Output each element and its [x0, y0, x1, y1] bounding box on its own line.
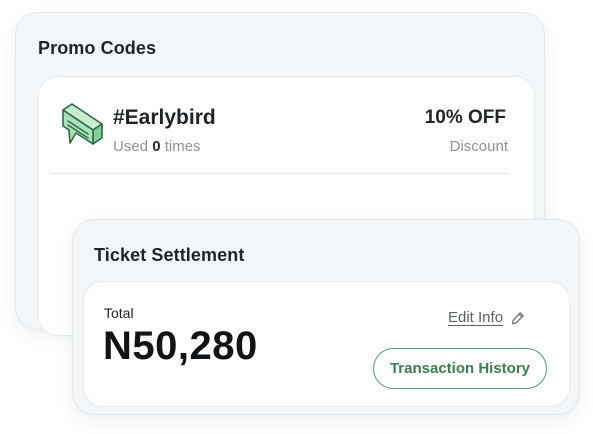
- total-amount: N50,280: [103, 324, 258, 368]
- ticket-settlement-card: Ticket Settlement Total N50,280 Edit Inf…: [72, 219, 580, 415]
- transaction-history-button[interactable]: Transaction History: [373, 348, 547, 389]
- usage-count: 0: [152, 138, 161, 155]
- usage-suffix: times: [164, 138, 201, 155]
- divider: [51, 173, 508, 174]
- edit-info-label[interactable]: Edit Info: [448, 309, 503, 326]
- edit-info-link[interactable]: Edit Info: [448, 309, 525, 326]
- ticket-settlement-title: Ticket Settlement: [94, 245, 245, 265]
- promo-usage: Used 0 times: [113, 138, 201, 155]
- promo-code-name: #Earlybird: [113, 106, 216, 129]
- usage-prefix: Used: [113, 138, 149, 155]
- promo-codes-title: Promo Codes: [38, 38, 157, 58]
- settlement-summary: Total N50,280 Edit Info Transaction Hist…: [83, 281, 570, 407]
- pencil-icon[interactable]: [511, 311, 525, 325]
- discount-label: Discount: [449, 138, 508, 155]
- ticket-icon: [62, 103, 103, 145]
- total-label: Total: [104, 305, 134, 321]
- discount-value: 10% OFF: [424, 107, 506, 128]
